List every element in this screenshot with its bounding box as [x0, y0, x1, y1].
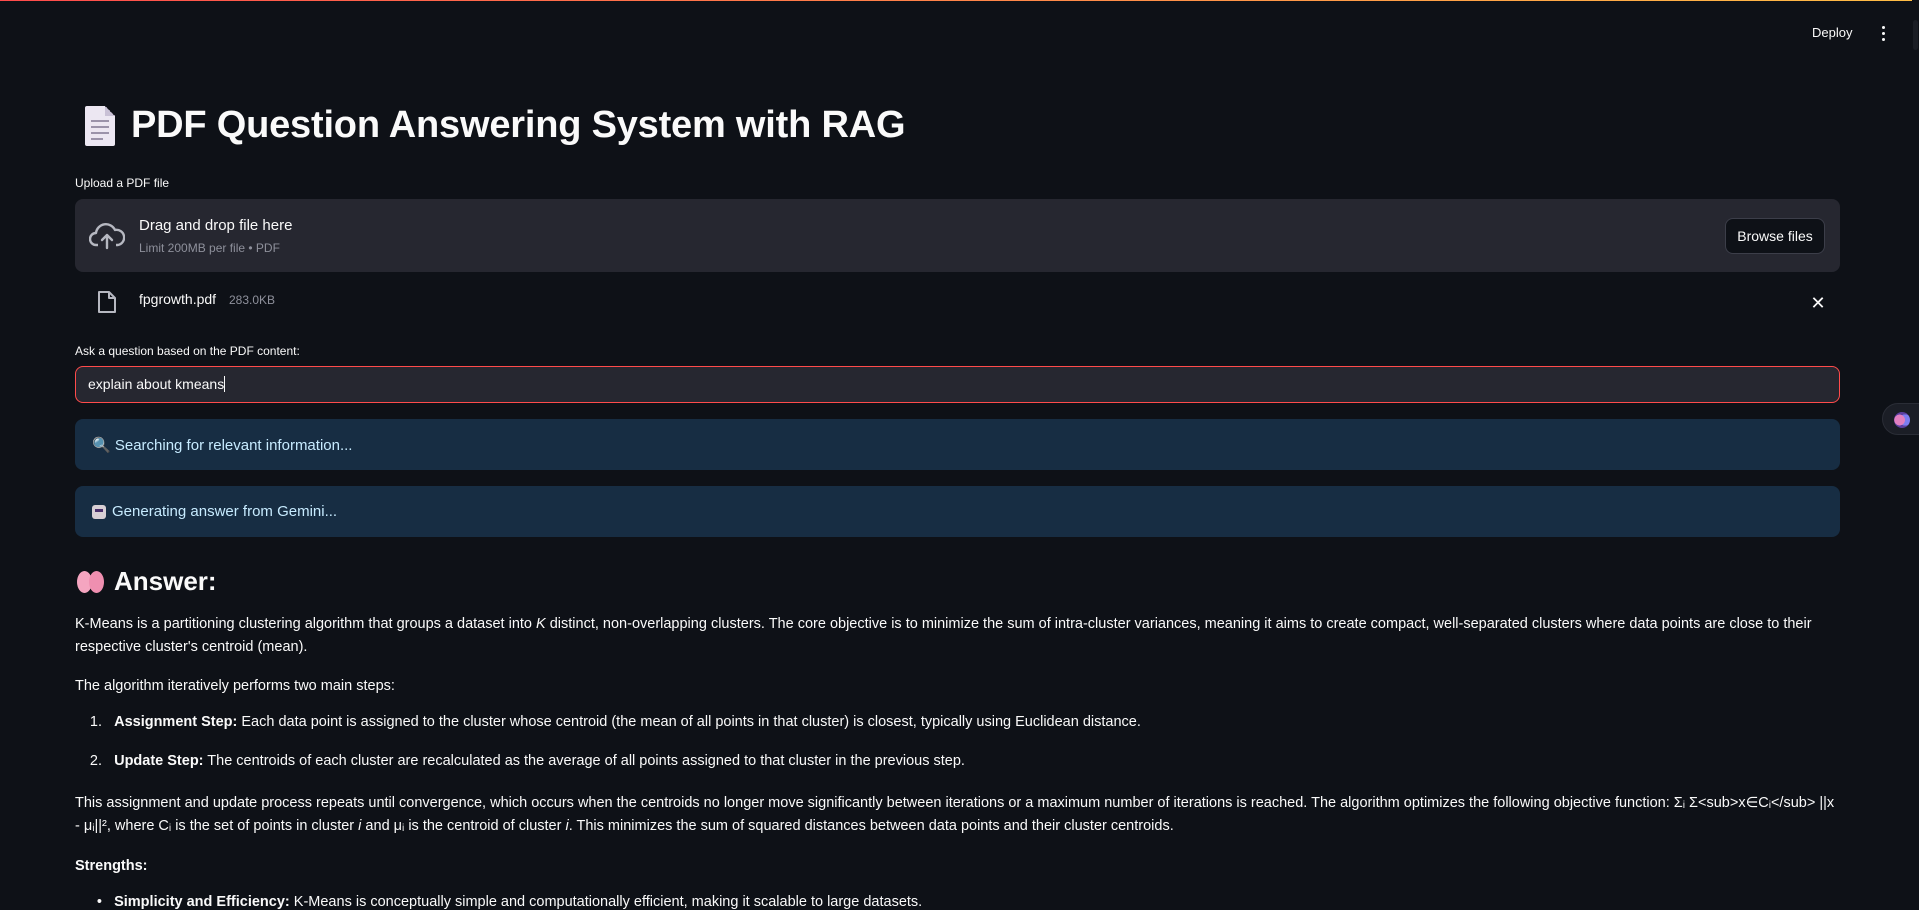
robot-icon: [92, 504, 106, 519]
app-header: Deploy: [0, 0, 1919, 64]
answer-paragraph-1: K-Means is a partitioning clustering alg…: [75, 616, 1812, 655]
page-title-text: PDF Question Answering System with RAG: [131, 104, 906, 146]
cloud-upload-icon: [89, 223, 125, 250]
browse-files-button[interactable]: Browse files: [1725, 218, 1825, 254]
answer-heading: Answer:: [76, 566, 217, 597]
answer-paragraph-3: This assignment and update process repea…: [75, 795, 1835, 834]
question-label: Ask a question based on the PDF content:: [75, 344, 300, 358]
generating-status-text: Generating answer from Gemini...: [112, 503, 338, 520]
answer-heading-text: Answer:: [114, 566, 217, 596]
assistant-launcher-icon[interactable]: [1882, 403, 1919, 435]
file-dropzone[interactable]: Drag and drop file here Limit 200MB per …: [75, 199, 1840, 272]
generating-status-alert: Generating answer from Gemini...: [75, 486, 1840, 537]
uploaded-file-size: 283.0KB: [229, 293, 276, 307]
upload-label: Upload a PDF file: [75, 176, 170, 190]
dropzone-limit: Limit 200MB per file • PDF: [139, 241, 280, 255]
page-facing-up-icon: [83, 105, 115, 146]
strengths-label: Strengths:: [75, 858, 148, 874]
uploaded-file-row: fpgrowth.pdf 283.0KB ✕: [75, 283, 1840, 323]
dropzone-instructions: Drag and drop file here: [139, 217, 293, 234]
searching-status-text: 🔍 Searching for relevant information...: [92, 436, 353, 454]
list-item: 2. Update Step: The centroids of each cl…: [89, 753, 965, 769]
list-item: 1. Assignment Step: Each data point is a…: [89, 714, 1141, 730]
close-icon[interactable]: ✕: [1808, 293, 1828, 313]
file-icon: [98, 291, 116, 313]
list-item: • Simplicity and Efficiency: K-Means is …: [96, 894, 923, 910]
searching-status-alert: 🔍 Searching for relevant information...: [75, 419, 1840, 470]
brain-icon: [76, 569, 106, 595]
uploaded-file-name: fpgrowth.pdf: [139, 291, 217, 307]
page-scrollbar[interactable]: [1912, 0, 1919, 907]
page-title: PDF Question Answering System with RAG: [83, 104, 906, 147]
kebab-menu-icon[interactable]: [1876, 20, 1890, 46]
question-input[interactable]: [75, 366, 1840, 403]
deploy-button[interactable]: Deploy: [1806, 20, 1858, 46]
answer-paragraph-2: The algorithm iteratively performs two m…: [75, 678, 395, 694]
